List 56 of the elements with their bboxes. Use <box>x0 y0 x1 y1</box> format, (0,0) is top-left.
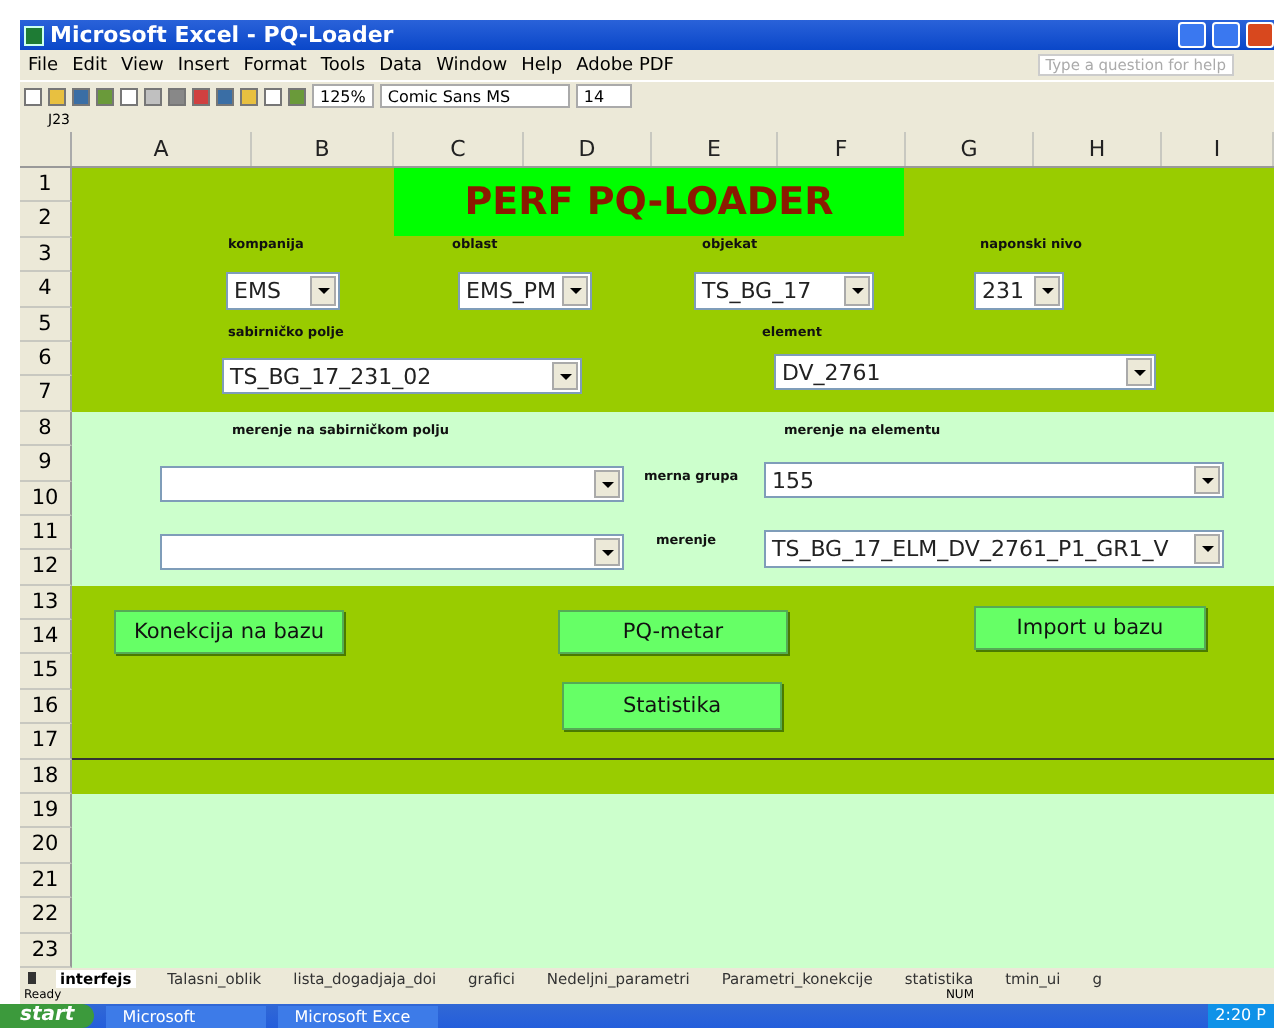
combo-box[interactable]: EMS_PM <box>458 272 592 310</box>
sheet-title: PERF PQ-LOADER <box>394 168 904 236</box>
clock: 2:20 P <box>1207 1004 1274 1028</box>
action-button[interactable]: PQ-metar <box>558 610 788 654</box>
menu-item[interactable]: Help <box>521 55 563 75</box>
menu-item[interactable]: Edit <box>72 55 107 75</box>
taskbar-item[interactable]: Microsoft <box>106 1005 267 1027</box>
column-header[interactable]: E <box>652 132 778 166</box>
combo-box[interactable]: EMS <box>226 272 340 310</box>
menu-item[interactable]: Window <box>436 55 508 75</box>
column-header[interactable]: H <box>1034 132 1162 166</box>
font-size-dropdown[interactable]: 14 <box>575 84 632 108</box>
combo-box[interactable]: DV_2761 <box>774 354 1156 390</box>
caret-icon <box>1041 288 1053 294</box>
combo-box[interactable] <box>160 534 624 570</box>
caret-icon <box>1133 369 1145 375</box>
caret-icon <box>601 549 613 555</box>
caret-icon <box>1201 546 1213 552</box>
restore-button[interactable] <box>1212 22 1240 48</box>
column-header[interactable]: I <box>1162 132 1274 166</box>
combo-box[interactable]: 231 <box>974 272 1064 310</box>
combo-box[interactable]: TS_BG_17_ELM_DV_2761_P1_GR1_V <box>764 530 1224 568</box>
combo-box[interactable]: TS_BG_17 <box>694 272 874 310</box>
action-button[interactable]: Statistika <box>562 682 782 730</box>
column-header[interactable]: G <box>906 132 1034 166</box>
combo-box[interactable]: TS_BG_17_231_02 <box>222 358 582 394</box>
combo-box[interactable] <box>160 466 624 502</box>
menu-item[interactable]: Insert <box>177 55 230 75</box>
menu-item[interactable]: Format <box>243 55 307 75</box>
window-title: Microsoft Excel - PQ-Loader <box>50 22 396 48</box>
caret-icon <box>1201 477 1213 483</box>
column-header[interactable]: B <box>252 132 394 166</box>
combo-box[interactable]: 155 <box>764 462 1224 498</box>
caret-icon <box>601 481 613 487</box>
start-button[interactable]: start <box>0 1004 95 1028</box>
column-header[interactable]: D <box>524 132 652 166</box>
action-button[interactable]: Import u bazu <box>974 606 1206 650</box>
menu-item[interactable]: Adobe PDF <box>576 55 674 75</box>
close-button[interactable] <box>1246 22 1274 48</box>
taskbar-item[interactable]: Microsoft Exce <box>278 1005 439 1027</box>
menu-item[interactable]: File <box>28 55 59 75</box>
zoom-dropdown[interactable]: 125% <box>312 84 374 108</box>
column-header[interactable]: C <box>394 132 524 166</box>
menu-item[interactable]: Data <box>379 55 423 75</box>
caret-icon <box>317 288 329 294</box>
menu-item[interactable]: View <box>121 55 164 75</box>
caret-icon <box>851 288 863 294</box>
minimize-button[interactable] <box>1178 22 1206 48</box>
caret-icon <box>569 288 581 294</box>
menu-item[interactable]: Tools <box>320 55 366 75</box>
font-dropdown[interactable]: Comic Sans MS <box>379 84 570 108</box>
action-button[interactable]: Konekcija na bazu <box>114 610 344 654</box>
excel-icon <box>24 25 44 45</box>
caret-icon <box>559 373 571 379</box>
column-header[interactable]: F <box>778 132 906 166</box>
column-header[interactable]: A <box>72 132 252 166</box>
